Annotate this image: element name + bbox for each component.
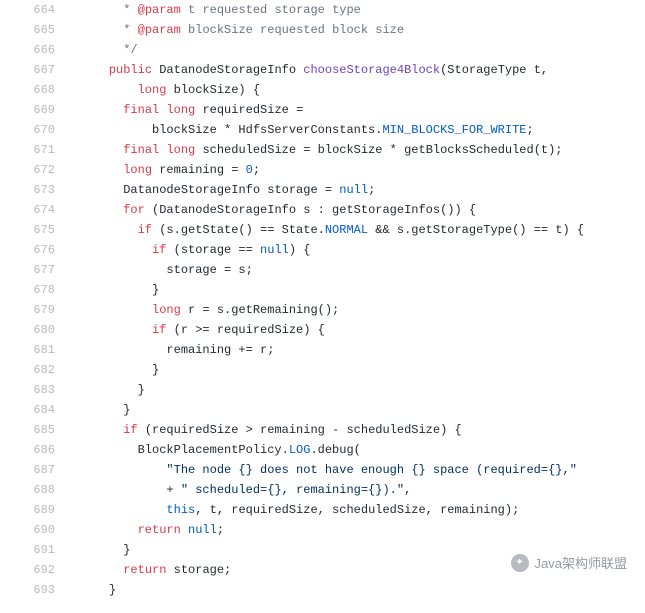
code-line: long remaining = 0;: [80, 160, 645, 180]
watermark-text: Java架构师联盟: [535, 553, 627, 572]
code-line: if (storage == null) {: [80, 240, 645, 260]
code-line: final long scheduledSize = blockSize * g…: [80, 140, 645, 160]
code-line: if (r >= requiredSize) {: [80, 320, 645, 340]
line-number: 684: [0, 400, 55, 420]
code-line: storage = s;: [80, 260, 645, 280]
code-line: * @param t requested storage type: [80, 0, 645, 20]
code-line: }: [80, 380, 645, 400]
line-number: 677: [0, 260, 55, 280]
line-number: 678: [0, 280, 55, 300]
code-line: final long requiredSize =: [80, 100, 645, 120]
line-number: 682: [0, 360, 55, 380]
code-viewer: 6646656666676686696706716726736746756766…: [0, 0, 645, 600]
line-number: 683: [0, 380, 55, 400]
code-line: }: [80, 400, 645, 420]
line-number: 669: [0, 100, 55, 120]
line-number: 674: [0, 200, 55, 220]
code-line: DatanodeStorageInfo storage = null;: [80, 180, 645, 200]
line-number: 664: [0, 0, 55, 20]
code-line: if (s.getState() == State.NORMAL && s.ge…: [80, 220, 645, 240]
code-line: long r = s.getRemaining();: [80, 300, 645, 320]
code-line: blockSize * HdfsServerConstants.MIN_BLOC…: [80, 120, 645, 140]
line-number-gutter: 6646656666676686696706716726736746756766…: [0, 0, 70, 600]
line-number: 693: [0, 580, 55, 600]
line-number: 681: [0, 340, 55, 360]
wechat-icon: ✦: [511, 554, 529, 572]
code-line: long blockSize) {: [80, 80, 645, 100]
code-line: remaining += r;: [80, 340, 645, 360]
line-number: 692: [0, 560, 55, 580]
code-line: }: [80, 280, 645, 300]
line-number: 666: [0, 40, 55, 60]
line-number: 689: [0, 500, 55, 520]
code-line: public DatanodeStorageInfo chooseStorage…: [80, 60, 645, 80]
line-number: 691: [0, 540, 55, 560]
code-line: this, t, requiredSize, scheduledSize, re…: [80, 500, 645, 520]
code-line: if (requiredSize > remaining - scheduled…: [80, 420, 645, 440]
code-line: BlockPlacementPolicy.LOG.debug(: [80, 440, 645, 460]
code-line: }: [80, 580, 645, 600]
line-number: 690: [0, 520, 55, 540]
line-number: 685: [0, 420, 55, 440]
line-number: 680: [0, 320, 55, 340]
line-number: 686: [0, 440, 55, 460]
code-line: "The node {} does not have enough {} spa…: [80, 460, 645, 480]
line-number: 670: [0, 120, 55, 140]
line-number: 679: [0, 300, 55, 320]
line-number: 675: [0, 220, 55, 240]
line-number: 676: [0, 240, 55, 260]
code-content: * @param t requested storage type * @par…: [70, 0, 645, 600]
line-number: 672: [0, 160, 55, 180]
code-line: return null;: [80, 520, 645, 540]
line-number: 665: [0, 20, 55, 40]
code-line: + " scheduled={}, remaining={}).",: [80, 480, 645, 500]
line-number: 687: [0, 460, 55, 480]
code-line: */: [80, 40, 645, 60]
line-number: 671: [0, 140, 55, 160]
watermark: ✦ Java架构师联盟: [511, 553, 627, 572]
line-number: 673: [0, 180, 55, 200]
code-line: * @param blockSize requested block size: [80, 20, 645, 40]
line-number: 668: [0, 80, 55, 100]
line-number: 667: [0, 60, 55, 80]
code-line: }: [80, 360, 645, 380]
code-line: for (DatanodeStorageInfo s : getStorageI…: [80, 200, 645, 220]
line-number: 688: [0, 480, 55, 500]
